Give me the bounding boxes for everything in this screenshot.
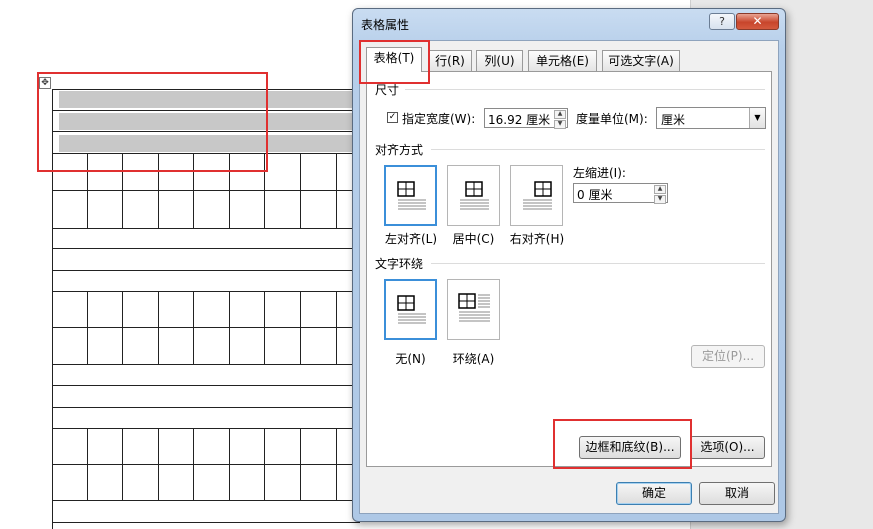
table-border <box>52 89 53 529</box>
align-center-icon <box>460 181 489 210</box>
table-border <box>52 500 360 501</box>
align-left-label: 左对齐(L) <box>384 232 438 246</box>
table-border <box>52 248 360 249</box>
table-border <box>193 428 194 500</box>
table-border <box>300 153 301 228</box>
table-border <box>52 428 360 429</box>
preferred-width-checkbox[interactable]: ✓ <box>387 112 398 123</box>
table-border <box>52 385 360 386</box>
table-border <box>52 464 360 465</box>
table-border <box>52 190 360 191</box>
table-border <box>122 153 123 228</box>
table-border <box>52 364 360 365</box>
wrap-around-option[interactable] <box>447 279 500 340</box>
align-center-option[interactable] <box>447 165 500 226</box>
table-border <box>52 270 360 271</box>
shaded-table-row[interactable] <box>59 113 359 130</box>
tab-table[interactable]: 表格(T) <box>366 47 422 72</box>
preferred-width-label: 指定宽度(W): <box>402 112 476 126</box>
spin-down-icon[interactable]: ▼ <box>654 195 666 204</box>
shaded-table-row[interactable] <box>59 135 359 152</box>
tab-cell[interactable]: 单元格(E) <box>528 50 597 71</box>
borders-and-shading-button[interactable]: 边框和底纹(B)... <box>579 436 681 459</box>
table-border <box>193 291 194 364</box>
align-right-label: 右对齐(H) <box>509 232 565 246</box>
measure-in-value: 厘米 <box>661 113 686 127</box>
spin-up-icon[interactable]: ▲ <box>554 110 566 119</box>
table-border <box>52 291 360 292</box>
indent-from-left-label: 左缩进(I): <box>573 166 626 180</box>
table-border <box>264 428 265 500</box>
tab-panel-table: 尺寸 ✓ 指定宽度(W): 16.92 厘米 ▲ ▼ 度量单位(M): 厘米 ▼ … <box>366 71 772 467</box>
options-button[interactable]: 选项(O)... <box>690 436 765 459</box>
table-border <box>52 407 360 408</box>
indent-from-left-value: 0 厘米 <box>577 188 613 202</box>
table-border <box>52 89 360 90</box>
wrap-none-icon <box>397 295 426 324</box>
table-border <box>158 291 159 364</box>
table-border <box>122 428 123 500</box>
indent-from-left-spinner[interactable]: 0 厘米 ▲ ▼ <box>573 183 668 204</box>
table-border <box>52 228 360 229</box>
table-border <box>52 110 360 111</box>
table-border <box>229 153 230 228</box>
table-border <box>264 291 265 364</box>
wrap-around-icon <box>458 293 490 322</box>
group-title-alignment: 对齐方式 <box>375 143 424 157</box>
chevron-down-icon[interactable]: ▼ <box>749 108 765 128</box>
table-border <box>87 428 88 500</box>
wrap-none-option[interactable] <box>384 279 437 340</box>
spin-down-icon[interactable]: ▼ <box>554 120 566 129</box>
table-border <box>52 327 360 328</box>
wrap-around-label: 环绕(A) <box>452 352 495 366</box>
table-border <box>300 291 301 364</box>
group-divider <box>405 89 765 90</box>
table-border <box>52 153 360 154</box>
positioning-button[interactable]: 定位(P)... <box>691 345 765 368</box>
dialog-body: 表格(T) 行(R) 列(U) 单元格(E) 可选文字(A) 尺寸 ✓ 指定宽度… <box>359 40 779 514</box>
wrap-none-label: 无(N) <box>395 352 426 366</box>
table-border <box>229 291 230 364</box>
align-left-icon <box>397 181 426 210</box>
cancel-button[interactable]: 取消 <box>699 482 775 505</box>
table-border <box>229 428 230 500</box>
table-border <box>336 428 337 500</box>
tab-row[interactable]: 行(R) <box>428 50 472 71</box>
align-left-option[interactable] <box>384 165 437 226</box>
tab-column[interactable]: 列(U) <box>476 50 523 71</box>
close-button[interactable]: ✕ <box>736 13 779 30</box>
table-border <box>336 291 337 364</box>
table-border <box>193 153 194 228</box>
tab-alt-text[interactable]: 可选文字(A) <box>602 50 680 71</box>
align-center-label: 居中(C) <box>452 232 495 246</box>
shaded-table-row[interactable] <box>59 91 359 108</box>
align-right-icon <box>523 181 552 210</box>
table-border <box>300 428 301 500</box>
measure-in-select[interactable]: 厘米 ▼ <box>656 107 766 129</box>
table-border <box>264 153 265 228</box>
table-border <box>87 153 88 228</box>
group-title-wrapping: 文字环绕 <box>375 257 424 271</box>
table-properties-dialog: 表格属性 ? ✕ 表格(T) 行(R) 列(U) 单元格(E) 可选文字(A) … <box>352 8 786 522</box>
dialog-title: 表格属性 <box>361 18 410 32</box>
ok-button[interactable]: 确定 <box>616 482 692 505</box>
table-border <box>87 291 88 364</box>
group-divider <box>431 149 765 150</box>
preferred-width-value: 16.92 厘米 <box>488 113 551 127</box>
measure-in-label: 度量单位(M): <box>576 112 648 126</box>
group-title-size: 尺寸 <box>375 83 400 97</box>
table-border <box>122 291 123 364</box>
group-divider <box>431 263 765 264</box>
table-move-handle-icon[interactable]: ✥ <box>39 77 51 89</box>
spin-up-icon[interactable]: ▲ <box>654 185 666 194</box>
table-border <box>158 428 159 500</box>
preferred-width-spinner[interactable]: 16.92 厘米 ▲ ▼ <box>484 108 568 129</box>
align-right-option[interactable] <box>510 165 563 226</box>
table-border <box>52 131 360 132</box>
table-border <box>52 522 360 523</box>
table-border <box>158 153 159 228</box>
table-border <box>336 153 337 228</box>
help-button[interactable]: ? <box>709 13 735 30</box>
